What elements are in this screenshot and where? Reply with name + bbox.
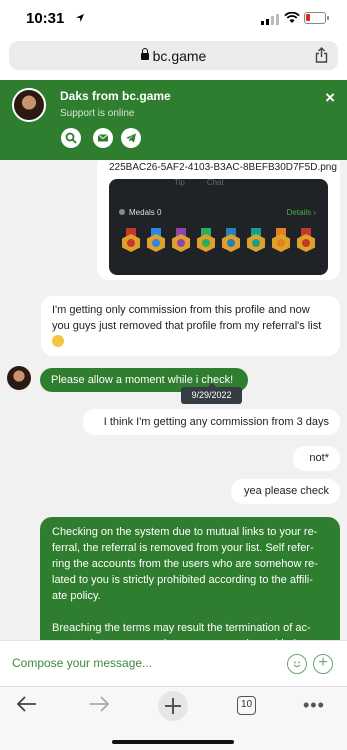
agent-status: Support is online bbox=[60, 108, 135, 119]
tabs-button[interactable]: 10 bbox=[237, 696, 256, 715]
share-icon[interactable] bbox=[315, 47, 328, 63]
image-attachment[interactable]: 225BAC26-5AF2-4103-B3AC-8BEFB30D7F5D.png… bbox=[97, 160, 340, 280]
message-user: yea please check bbox=[231, 479, 340, 504]
agent-avatar bbox=[12, 88, 46, 122]
email-button[interactable] bbox=[93, 128, 113, 148]
smiley-icon bbox=[293, 661, 301, 668]
message-agent: Checking on the system due to mutual lin… bbox=[40, 517, 340, 640]
battery-icon bbox=[304, 12, 329, 24]
back-arrow-icon[interactable] bbox=[16, 695, 38, 713]
medal-icon bbox=[122, 228, 140, 252]
home-indicator bbox=[112, 740, 234, 744]
telegram-button[interactable] bbox=[121, 128, 141, 148]
browser-toolbar: 10 ••• bbox=[0, 686, 347, 750]
message-user: I think I'm getting any commission from … bbox=[83, 409, 340, 435]
message-text: I'm getting only commission from this pr… bbox=[52, 304, 322, 332]
url-bar[interactable]: bc.game bbox=[9, 41, 338, 70]
telegram-icon bbox=[126, 133, 136, 143]
compose-bar: Compose your message... + bbox=[0, 640, 347, 686]
agent-name: Daks from bc.game bbox=[60, 89, 171, 103]
chat-header: Daks from bc.game Support is online × bbox=[0, 80, 347, 160]
message-user: not* bbox=[293, 446, 340, 471]
cellular-signal-icon bbox=[261, 14, 279, 25]
medal-icon bbox=[247, 228, 265, 252]
medals-label: Medals 0 bbox=[118, 208, 161, 217]
screenshot-tabs: Tip Chat bbox=[174, 179, 246, 187]
forward-arrow-icon[interactable] bbox=[88, 695, 110, 713]
medal-small-icon bbox=[119, 209, 125, 215]
message-paragraph: Breaching the terms may result the termi… bbox=[52, 622, 311, 640]
status-bar: 10:31 bbox=[0, 0, 347, 38]
emoji-button[interactable] bbox=[287, 654, 307, 674]
medal-icon bbox=[272, 228, 290, 252]
medal-row bbox=[122, 228, 322, 258]
screenshot-tab: Tip bbox=[174, 179, 185, 187]
more-menu-icon[interactable]: ••• bbox=[303, 695, 325, 716]
medal-icon bbox=[172, 228, 190, 252]
medal-icon bbox=[297, 228, 315, 252]
medals-screenshot: Tip Chat Medals 0 Details › bbox=[109, 179, 328, 275]
url-text: bc.game bbox=[152, 48, 207, 64]
medals-count: 0 bbox=[157, 208, 162, 217]
attachment-file-name: 225BAC26-5AF2-4103-B3AC-8BEFB30D7F5D.png bbox=[109, 162, 337, 173]
message-paragraph: Checking on the system due to mutual lin… bbox=[52, 526, 318, 602]
status-time: 10:31 bbox=[26, 10, 65, 27]
screenshot-tab: Chat bbox=[206, 179, 224, 187]
add-attachment-button[interactable]: + bbox=[313, 654, 333, 674]
medal-icon bbox=[222, 228, 240, 252]
medal-icon bbox=[147, 228, 165, 252]
emoji-icon bbox=[52, 335, 64, 347]
plus-icon bbox=[165, 698, 181, 714]
new-tab-button[interactable] bbox=[158, 691, 188, 721]
close-button[interactable]: × bbox=[325, 88, 335, 108]
medals-label-text: Medals bbox=[129, 208, 155, 217]
message-user: I'm getting only commission from this pr… bbox=[41, 296, 340, 356]
envelope-icon bbox=[97, 134, 109, 142]
details-link-text: Details bbox=[286, 208, 312, 217]
search-icon bbox=[65, 132, 77, 144]
compose-input[interactable]: Compose your message... bbox=[12, 656, 152, 670]
chat-area[interactable]: 225BAC26-5AF2-4103-B3AC-8BEFB30D7F5D.png… bbox=[0, 160, 347, 640]
wifi-icon bbox=[284, 12, 300, 23]
date-tooltip: 9/29/2022 bbox=[181, 383, 242, 404]
search-button[interactable] bbox=[61, 128, 81, 148]
lock-icon bbox=[140, 48, 149, 60]
medal-icon bbox=[197, 228, 215, 252]
details-link: Details › bbox=[286, 208, 316, 217]
agent-avatar-small bbox=[7, 366, 31, 390]
location-arrow-icon bbox=[76, 14, 84, 22]
